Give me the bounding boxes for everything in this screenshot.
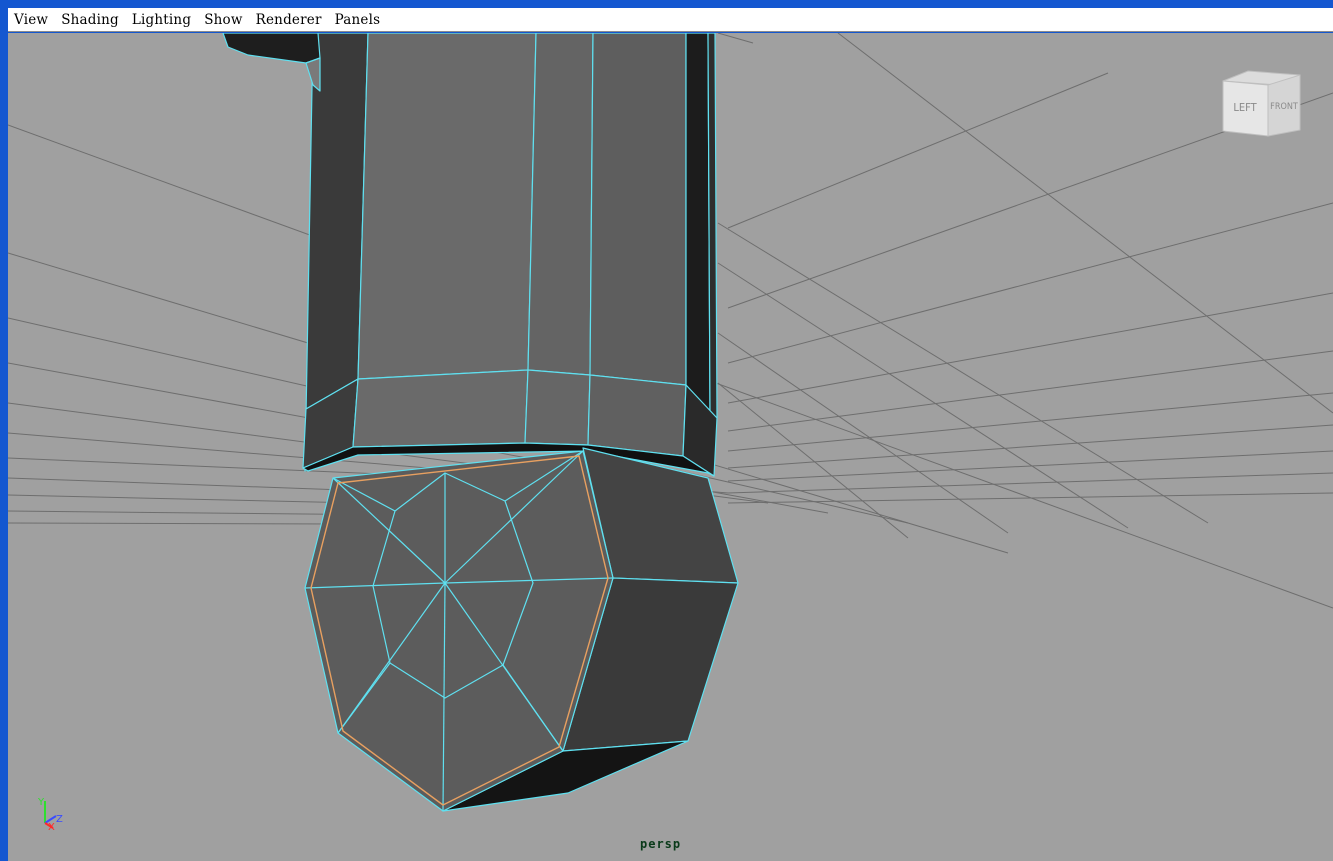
axis-y-label: Y (37, 797, 45, 808)
menu-lighting[interactable]: Lighting (132, 12, 191, 28)
perspective-viewport[interactable]: LEFT FRONT Y X Z persp (8, 33, 1333, 861)
axis-x-label: X (48, 822, 55, 833)
window-frame: View Shading Lighting Show Renderer Pane… (0, 0, 1333, 861)
viewcube-left-label: LEFT (1233, 101, 1257, 114)
viewcube[interactable]: LEFT FRONT (1222, 70, 1301, 137)
menu-show[interactable]: Show (204, 12, 242, 28)
menu-shading[interactable]: Shading (61, 12, 119, 28)
menu-view[interactable]: View (14, 12, 48, 28)
menu-renderer[interactable]: Renderer (256, 12, 322, 28)
panel-menubar: View Shading Lighting Show Renderer Pane… (8, 8, 1333, 32)
viewcube-front-label: FRONT (1270, 102, 1298, 112)
mesh-object[interactable] (222, 33, 739, 812)
menu-panels[interactable]: Panels (335, 12, 381, 28)
viewport-scene[interactable]: LEFT FRONT Y X Z (8, 33, 1333, 861)
axis-z-label: Z (56, 814, 63, 825)
camera-name-label: persp (640, 837, 682, 851)
axis-indicator-icon: Y X Z (37, 797, 63, 833)
